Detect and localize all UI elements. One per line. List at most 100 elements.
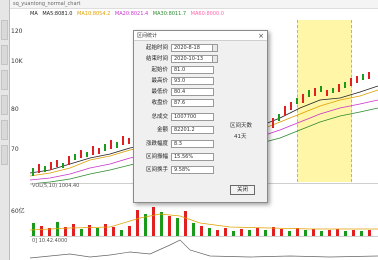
volume-bar — [192, 223, 195, 237]
start-date-field[interactable]: 2020-8-18 — [171, 44, 214, 52]
ma-legend-item: MA20:8021.4 — [114, 11, 149, 17]
volume-bar — [152, 207, 155, 237]
field-label: 收盘价 — [151, 100, 168, 106]
volume-bar — [56, 222, 59, 237]
left-tab-strip — [0, 0, 10, 260]
field-label: 结束时间 — [145, 56, 168, 62]
candle — [272, 118, 274, 128]
field-label: 最高价 — [151, 78, 168, 84]
candle — [116, 142, 118, 148]
field-row: 起始时间 2020-8-18 — [138, 44, 263, 53]
ma-legend-label: MA — [30, 11, 38, 17]
field-label: 涨跌幅度 — [145, 141, 168, 147]
volume-bar — [176, 218, 179, 237]
volume-field: 1007700 — [171, 113, 214, 121]
candle — [296, 98, 298, 104]
date-picker-spinner[interactable] — [212, 55, 218, 63]
candle — [368, 72, 370, 79]
candle — [344, 82, 346, 88]
candle — [350, 78, 352, 86]
end-date-field[interactable]: 2020-10-13 — [171, 55, 214, 63]
candle — [104, 144, 106, 151]
candle — [68, 156, 70, 165]
candle — [122, 136, 124, 145]
pane-divider[interactable] — [30, 236, 378, 237]
field-row: 结束时间 2020-10-13 — [138, 55, 263, 64]
volume-axis: 60亿 — [10, 206, 30, 216]
candle — [332, 88, 334, 93]
close-icon[interactable]: × — [258, 31, 264, 41]
turnover-field: 9.58% — [171, 166, 214, 174]
field-label: 最低价 — [151, 89, 168, 95]
candle — [290, 102, 292, 110]
open-price-field: 81.0 — [171, 66, 214, 74]
left-tab[interactable] — [1, 45, 8, 65]
ma-legend: MA MA5:8081.0 MA10:8054.2 MA20:8021.4 MA… — [30, 10, 227, 18]
candle — [56, 160, 58, 167]
candle — [92, 146, 94, 155]
close-price-field: 87.6 — [171, 99, 214, 107]
field-label: 区间换手 — [145, 167, 168, 173]
candle — [86, 152, 88, 157]
range-stats-dialog: 区间统计 × 起始时间 2020-8-18 结束时间 2020-10-13 起始… — [133, 30, 268, 203]
candle — [284, 106, 286, 116]
field-row: 最高价 93.0 — [138, 77, 263, 86]
left-tab[interactable] — [1, 95, 8, 115]
low-price-field: 80.4 — [171, 88, 214, 96]
candle — [338, 84, 340, 92]
volume-ma-line — [29, 213, 378, 231]
dialog-title: 区间统计 — [134, 31, 267, 41]
field-row: 区间换手 9.58% — [138, 166, 263, 175]
candle — [74, 154, 76, 160]
field-label: 起始时间 — [145, 45, 168, 51]
candle — [110, 140, 112, 149]
candle — [50, 162, 52, 170]
field-label: 总成交 — [151, 114, 168, 120]
left-tab[interactable] — [1, 145, 8, 165]
oscillator-line — [29, 239, 378, 259]
field-row: 最低价 80.4 — [138, 88, 263, 97]
candle — [32, 168, 34, 176]
candle — [362, 74, 364, 80]
candle — [278, 114, 280, 121]
volume-label: VOL(5,10) 1004.40 — [32, 183, 80, 189]
amplitude-field: 15.56% — [171, 153, 214, 161]
days-label: 区间天数 — [230, 123, 253, 129]
field-row: 起始价 81.0 — [138, 66, 263, 75]
candle — [356, 76, 358, 83]
ma-legend-item: MA10:8054.2 — [77, 11, 111, 17]
volume-bar — [136, 210, 139, 237]
candle — [98, 148, 100, 154]
candle — [308, 90, 310, 97]
window-title: sq_yuantong_normal_chart — [10, 0, 378, 9]
field-label: 起始价 — [151, 67, 168, 73]
candle — [302, 94, 304, 103]
candle — [320, 86, 322, 92]
field-row: 区间振幅 15.56% — [138, 153, 263, 162]
close-button[interactable]: 关闭 — [230, 185, 255, 195]
volume-bar — [160, 212, 163, 237]
volume-bar — [184, 211, 187, 237]
amount-field: 82201.2 — [171, 126, 214, 134]
days-value: 41天 — [234, 134, 247, 140]
volume-bars — [32, 207, 371, 237]
change-field: 8.3 — [171, 140, 214, 148]
left-tab[interactable] — [1, 120, 8, 140]
ma-legend-item: MA30:8011.7 — [152, 11, 187, 17]
candle — [38, 164, 40, 173]
ma-legend-item: MA5:8081.0 — [42, 11, 73, 17]
left-tab[interactable] — [1, 20, 8, 40]
candle — [326, 90, 328, 96]
field-label: 金额 — [156, 127, 168, 133]
field-row: 收盘价 87.6 — [138, 99, 263, 108]
date-picker-spinner[interactable] — [212, 44, 218, 52]
trading-app: sq_yuantong_normal_chart MA MA5:8081.0 M… — [0, 0, 378, 260]
candle — [128, 138, 130, 144]
volume-bar — [168, 216, 171, 237]
candle — [80, 150, 82, 158]
field-label: 区间振幅 — [145, 154, 168, 160]
left-tab[interactable] — [1, 70, 8, 90]
candle — [314, 88, 316, 96]
high-price-field: 93.0 — [171, 77, 214, 85]
volume-unit: 60亿 — [11, 208, 25, 215]
